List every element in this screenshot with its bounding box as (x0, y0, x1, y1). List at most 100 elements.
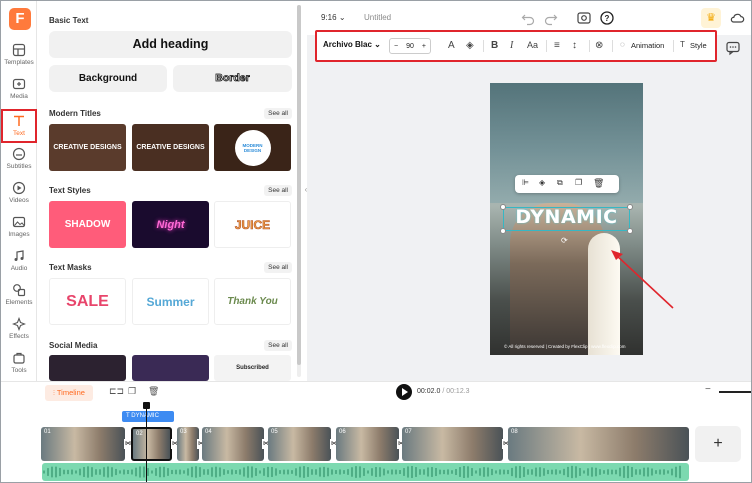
border-text-button[interactable]: Border (173, 65, 292, 92)
templates-icon (12, 43, 26, 57)
sidebar-item-tools[interactable]: Tools (1, 351, 37, 385)
effects-menu-icon[interactable]: ⊗ (595, 40, 603, 51)
align-center-icon[interactable]: ≡ (554, 40, 560, 51)
video-clip-selected[interactable]: 02 (131, 427, 172, 461)
cloud-icon[interactable] (729, 10, 745, 26)
zoom-out-icon[interactable]: − (705, 384, 711, 395)
crown-icon[interactable]: ♛ (701, 8, 721, 28)
left-rail: F Templates Media Text Subtitles Videos … (1, 1, 37, 381)
video-clip[interactable]: 06 (336, 427, 399, 461)
text-style-thumb-shadow[interactable]: SHADOW (49, 201, 126, 248)
letter-case-button[interactable]: Aa (527, 40, 538, 50)
animation-button[interactable]: Animation (631, 41, 664, 50)
divider (483, 40, 484, 52)
see-all-social-media[interactable]: See all (264, 340, 292, 351)
font-size-stepper[interactable]: − 90 + (389, 38, 431, 54)
rotate-icon[interactable]: ⟳ (561, 236, 568, 245)
undo-icon[interactable] (520, 10, 536, 26)
sidebar-item-audio[interactable]: Audio (1, 249, 37, 283)
see-all-text-styles[interactable]: See all (264, 185, 292, 196)
modern-title-thumb-2[interactable]: CREATIVE DESIGNS (132, 124, 209, 171)
video-clip[interactable]: 01 (41, 427, 125, 461)
sidebar-item-subtitles[interactable]: Subtitles (1, 147, 37, 181)
bold-icon[interactable]: B (491, 40, 498, 51)
redo-icon[interactable] (543, 10, 559, 26)
video-clip[interactable]: 03 (177, 427, 199, 461)
font-size-value[interactable]: 90 (406, 43, 414, 50)
resize-handle[interactable] (627, 204, 633, 210)
social-media-thumb-1[interactable] (49, 355, 126, 381)
font-family-dropdown[interactable]: Archivo Blac ⌄ (323, 40, 381, 49)
text-mask-thumb-summer[interactable]: Summer (132, 278, 209, 325)
see-all-modern-titles[interactable]: See all (264, 108, 292, 119)
split-icon[interactable]: ⊏⊐ (109, 386, 124, 397)
text-color-icon[interactable]: A (448, 40, 455, 51)
audio-track[interactable] (42, 463, 689, 481)
audio-icon (14, 250, 24, 261)
screenshot-icon[interactable] (576, 10, 592, 26)
duplicate-clip-icon[interactable]: ❐ (128, 386, 136, 397)
project-title[interactable]: Untitled (364, 13, 391, 22)
sidebar-item-label: Images (8, 231, 30, 238)
timeline-toggle-button[interactable]: ⫶ Timeline (45, 385, 93, 401)
delete-clip-icon[interactable]: 🗑 (148, 386, 159, 397)
annotation-arrow (611, 250, 674, 309)
increase-size-button[interactable]: + (422, 43, 426, 50)
canvas-credit-text: © All rights reserved | Created by FlexC… (504, 344, 626, 349)
modern-title-thumb-3[interactable]: MODERN DESIGN (214, 124, 291, 171)
sidebar-item-media[interactable]: Media (1, 77, 37, 111)
sidebar-item-elements[interactable]: Elements (1, 283, 37, 317)
style-icon[interactable]: T (680, 40, 685, 49)
video-clip[interactable]: 07 (402, 427, 503, 461)
resize-handle[interactable] (500, 228, 506, 234)
background-text-button[interactable]: Background (49, 65, 167, 92)
text-mask-thumb-thank-you[interactable]: Thank You (214, 278, 291, 325)
add-clip-button[interactable]: + (695, 426, 741, 462)
video-clip[interactable]: 08 (508, 427, 689, 461)
sidebar-item-images[interactable]: Images (1, 215, 37, 249)
zoom-slider[interactable] (719, 391, 751, 393)
sidebar-item-label: Audio (10, 265, 28, 272)
decrease-size-button[interactable]: − (394, 43, 398, 50)
section-title-text-styles: Text Styles (49, 186, 91, 195)
aspect-ratio-dropdown[interactable]: 9:16 ⌄ (321, 13, 346, 22)
sidebar-item-templates[interactable]: Templates (1, 43, 37, 77)
add-heading-button[interactable]: Add heading (49, 31, 292, 58)
sidebar-item-text[interactable]: Text (1, 109, 37, 143)
highlight-color-icon[interactable]: ◈ (466, 40, 474, 51)
style-button[interactable]: Style (690, 41, 707, 50)
social-media-thumb-subscribed[interactable]: Subscribed (214, 355, 291, 381)
help-icon[interactable]: ? (599, 10, 615, 26)
resize-handle[interactable] (500, 204, 506, 210)
text-style-thumb-juice[interactable]: JUICE (214, 201, 291, 248)
align-icon[interactable]: ⊫ (522, 178, 529, 187)
video-clip[interactable]: 05 (268, 427, 331, 461)
elements-icon (13, 284, 26, 297)
clip-number: 08 (511, 429, 518, 435)
social-media-thumb-2[interactable] (132, 355, 209, 381)
canvas-text-dynamic[interactable]: DYNAMIC (503, 206, 630, 228)
replace-icon[interactable]: ⧉ (557, 178, 563, 188)
line-spacing-icon[interactable]: ↕ (572, 40, 577, 51)
italic-icon[interactable]: I (510, 40, 513, 51)
play-button[interactable] (396, 384, 412, 400)
see-all-text-masks[interactable]: See all (264, 262, 292, 273)
duplicate-icon[interactable]: ❐ (575, 178, 582, 187)
resize-handle[interactable] (627, 228, 633, 234)
thumb-label: SALE (66, 292, 109, 310)
tools-icon (13, 352, 25, 364)
comment-icon[interactable] (725, 40, 741, 56)
animation-icon[interactable]: ◌ (620, 40, 625, 49)
delete-icon[interactable]: 🗑 (593, 178, 604, 189)
text-mask-thumb-sale[interactable]: SALE (49, 278, 126, 325)
video-clip[interactable]: 04 (202, 427, 264, 461)
modern-title-thumb-1[interactable]: CREATIVE DESIGNS (49, 124, 126, 171)
sidebar-item-videos[interactable]: Videos (1, 181, 37, 215)
thumb-label: Thank You (227, 295, 278, 307)
text-style-thumb-night[interactable]: Night (132, 201, 209, 248)
sidebar-item-effects[interactable]: Effects (1, 317, 37, 351)
thumb-label: CREATIVE DESIGNS (136, 144, 205, 151)
text-track-clip[interactable]: T DYNAMIC (122, 411, 174, 422)
layers-icon[interactable]: ◈ (539, 178, 545, 187)
playhead[interactable] (143, 402, 150, 482)
